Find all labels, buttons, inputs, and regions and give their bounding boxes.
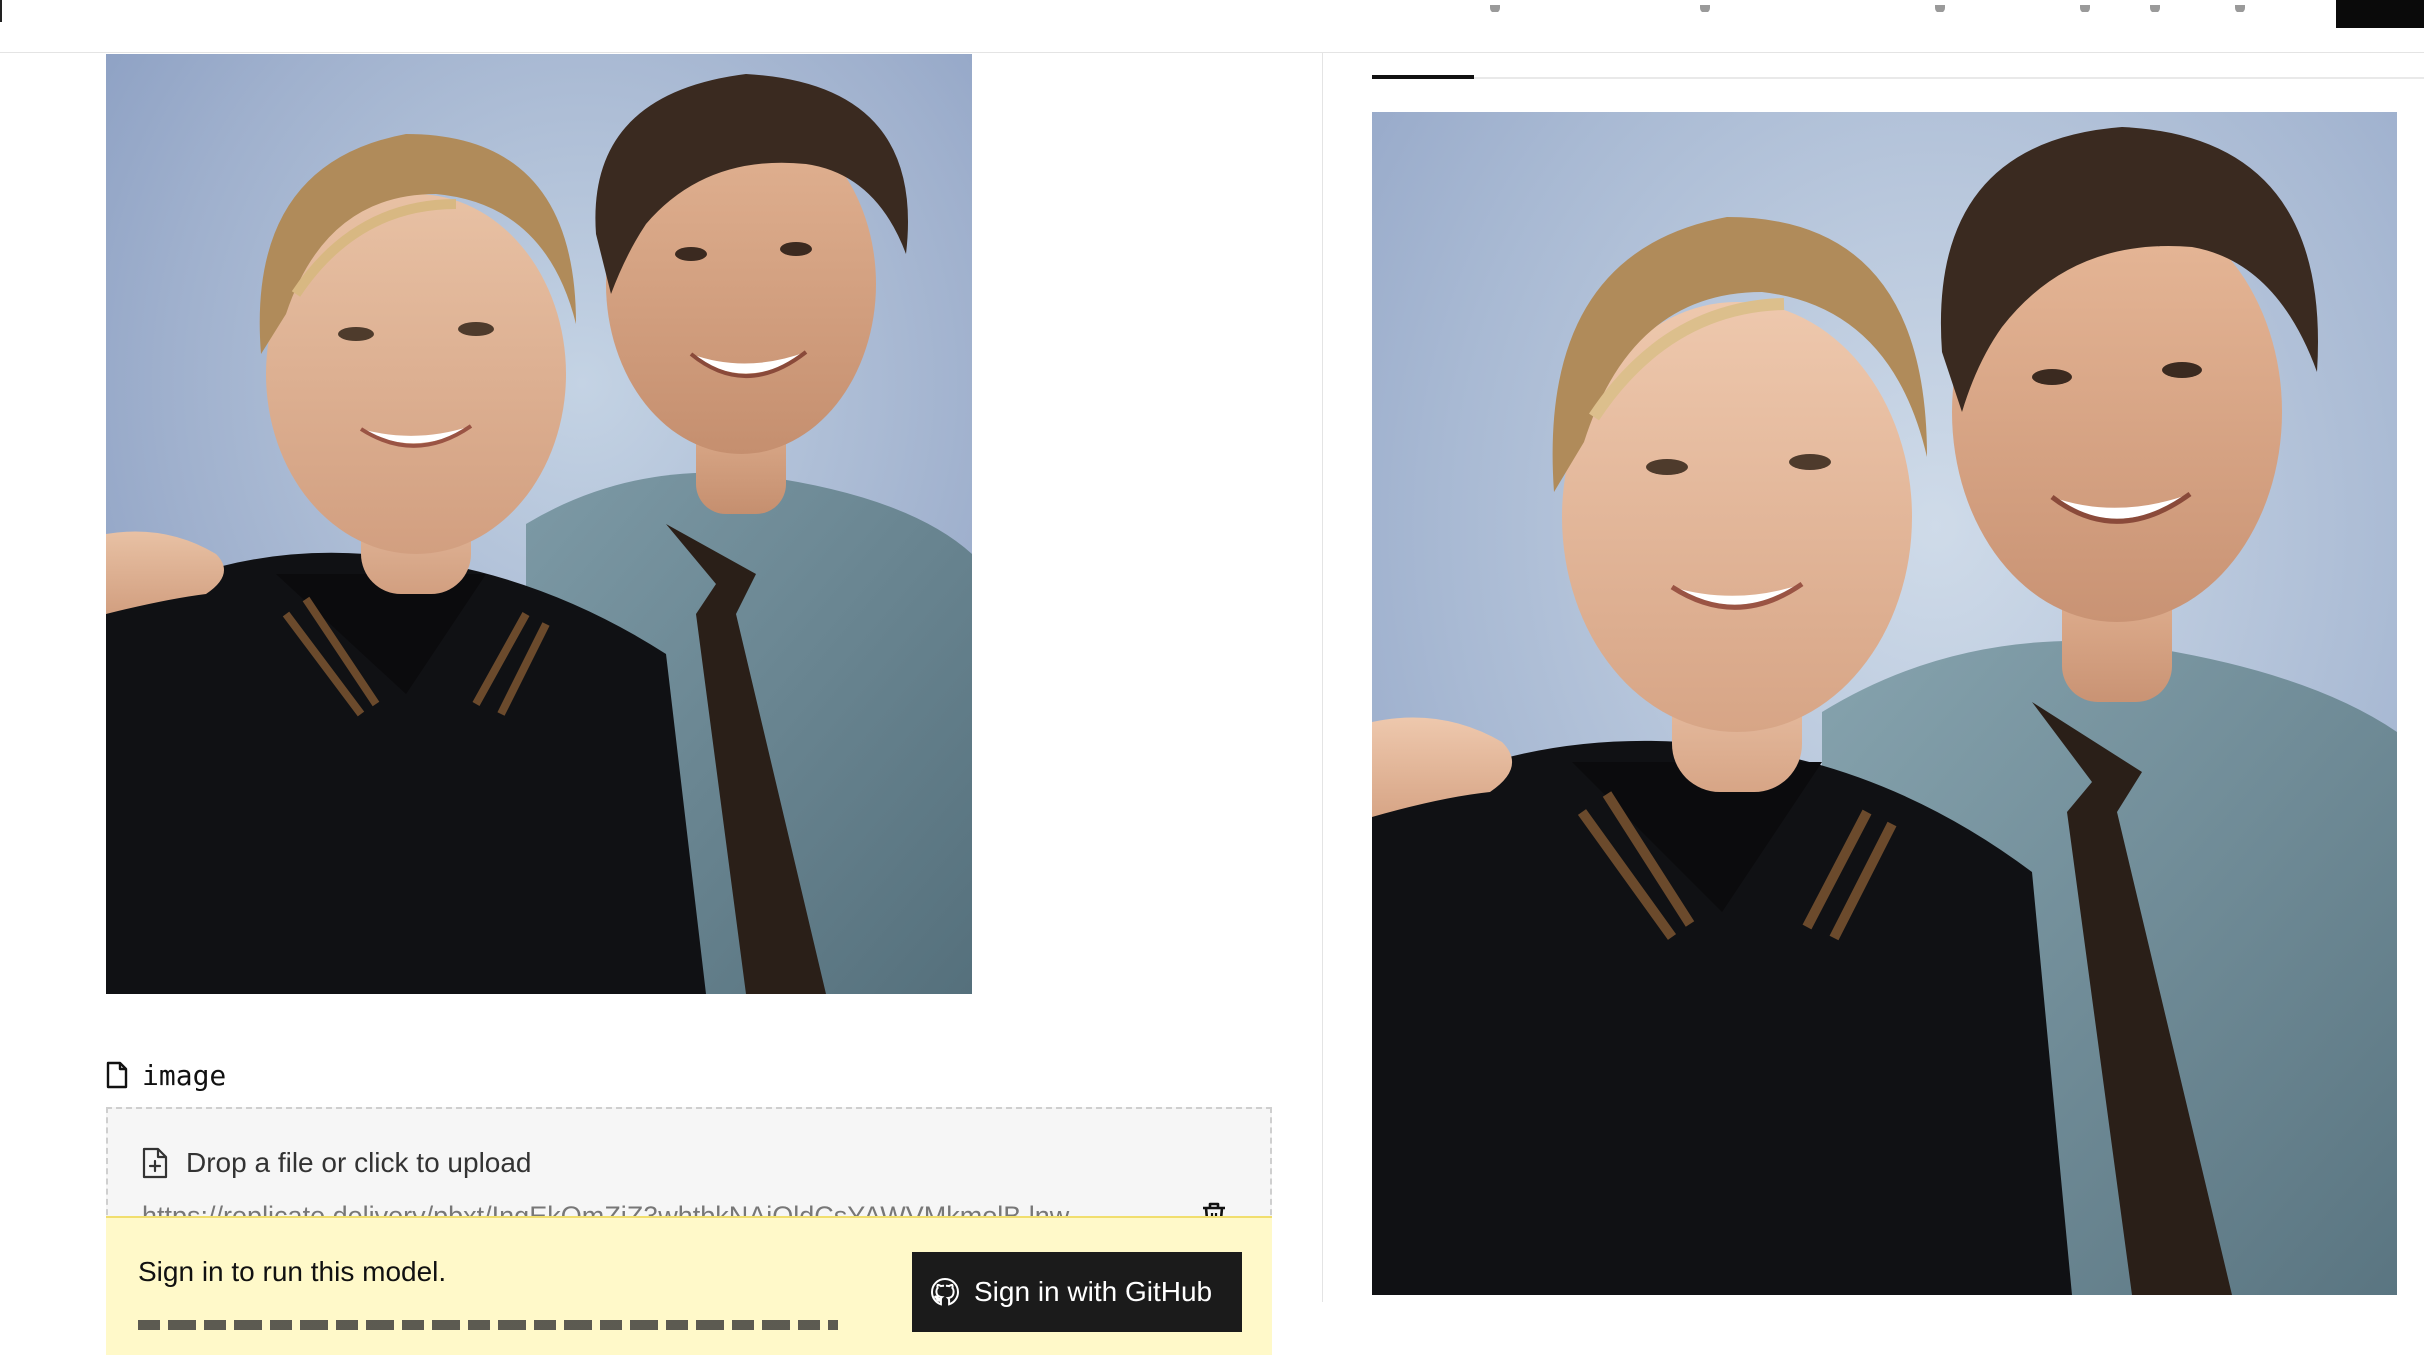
signin-banner: Sign in to run this model. Sign in with …	[106, 1216, 1272, 1355]
signin-message: Sign in to run this model.	[138, 1256, 447, 1287]
output-image	[1372, 112, 2397, 1295]
header-edge	[0, 0, 2, 22]
upload-prompt[interactable]: Drop a file or click to upload	[142, 1147, 532, 1179]
nav-link-fragment[interactable]	[2080, 0, 2090, 12]
input-panel: image Drop a file or click to upload htt…	[0, 53, 1322, 1355]
output-panel	[1323, 53, 2424, 1302]
file-plus-icon	[142, 1147, 168, 1179]
signin-github-button[interactable]: Sign in with GitHub	[912, 1252, 1242, 1332]
nav-link-fragment[interactable]	[1490, 0, 1500, 12]
image-field-label: image	[106, 1057, 226, 1093]
nav-link-fragment[interactable]	[2150, 0, 2160, 12]
site-header	[0, 0, 2424, 53]
restored-portrait-illustration	[1372, 112, 2397, 1295]
nav-link-fragment[interactable]	[1935, 0, 1945, 12]
github-icon	[930, 1278, 960, 1306]
output-tabs-track	[1372, 77, 2424, 79]
nav-link-fragment[interactable]	[1700, 0, 1710, 12]
input-image-preview	[106, 54, 972, 994]
dropzone-text: Drop a file or click to upload	[186, 1147, 532, 1178]
field-name: image	[142, 1058, 227, 1092]
header-action-button[interactable]	[2336, 0, 2424, 28]
nav-link-fragment[interactable]	[2235, 0, 2245, 12]
signin-subtext-clipped	[138, 1308, 838, 1330]
file-icon	[106, 1061, 128, 1089]
github-button-label: Sign in with GitHub	[974, 1276, 1213, 1307]
output-tab-active-indicator[interactable]	[1372, 75, 1474, 79]
portrait-photo-illustration	[106, 54, 972, 994]
